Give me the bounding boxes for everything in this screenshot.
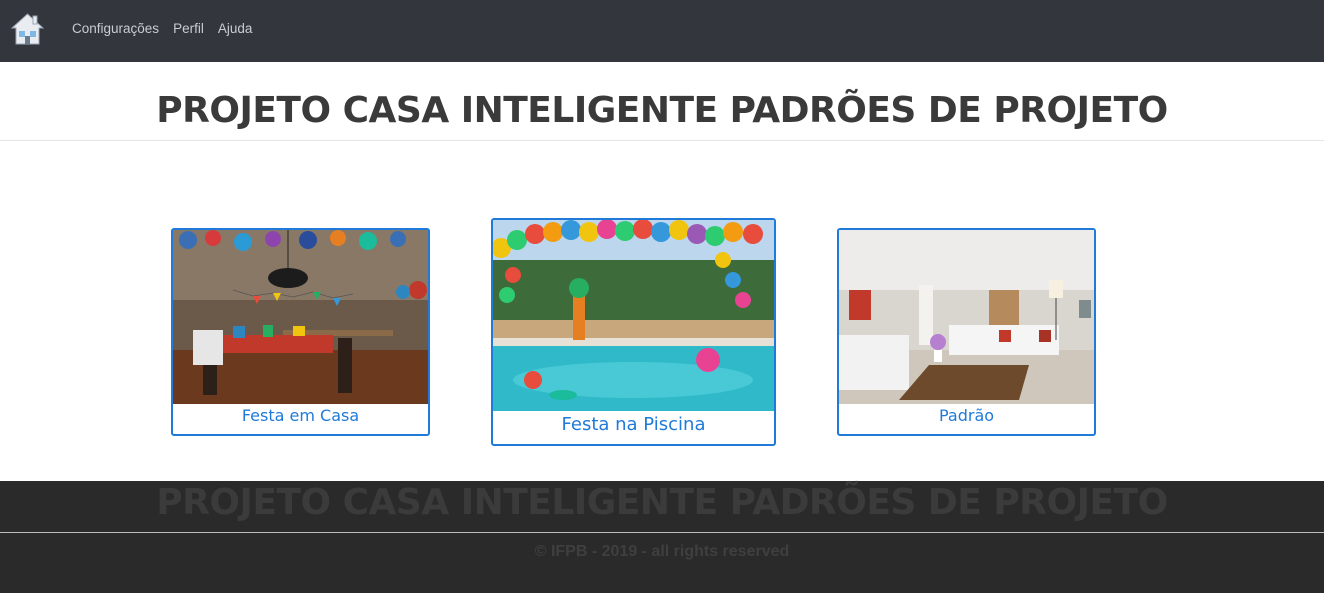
page-title: PROJETO CASA INTELIGENTE PADRÕES DE PROJ… <box>156 90 1168 131</box>
nav-links: Configurações Perfil Ajuda <box>72 20 252 38</box>
nav-link-ajuda[interactable]: Ajuda <box>218 20 253 38</box>
card-festa-na-piscina[interactable]: Festa na Piscina <box>491 218 776 446</box>
card-festa-em-casa[interactable]: Festa em Casa <box>171 228 430 436</box>
party-room-photo <box>173 230 428 404</box>
nav-link-perfil[interactable]: Perfil <box>173 20 204 38</box>
pool-party-photo <box>493 220 774 411</box>
nav-link-configuracoes[interactable]: Configurações <box>72 20 159 38</box>
footer-divider <box>0 532 1324 533</box>
living-room-photo <box>839 230 1094 404</box>
top-navbar: Configurações Perfil Ajuda <box>0 0 1324 62</box>
footer-title: PROJETO CASA INTELIGENTE PADRÕES DE PROJ… <box>156 482 1168 523</box>
card-label: Padrão <box>938 406 995 425</box>
home-icon[interactable] <box>10 12 45 46</box>
title-divider <box>0 140 1324 141</box>
card-padrao[interactable]: Padrão <box>837 228 1096 436</box>
card-label: Festa em Casa <box>241 406 360 425</box>
footer-copyright: © IFPB - 2019 - all rights reserved <box>534 543 790 560</box>
card-label: Festa na Piscina <box>561 414 706 435</box>
footer: PROJETO CASA INTELIGENTE PADRÕES DE PROJ… <box>0 481 1324 593</box>
